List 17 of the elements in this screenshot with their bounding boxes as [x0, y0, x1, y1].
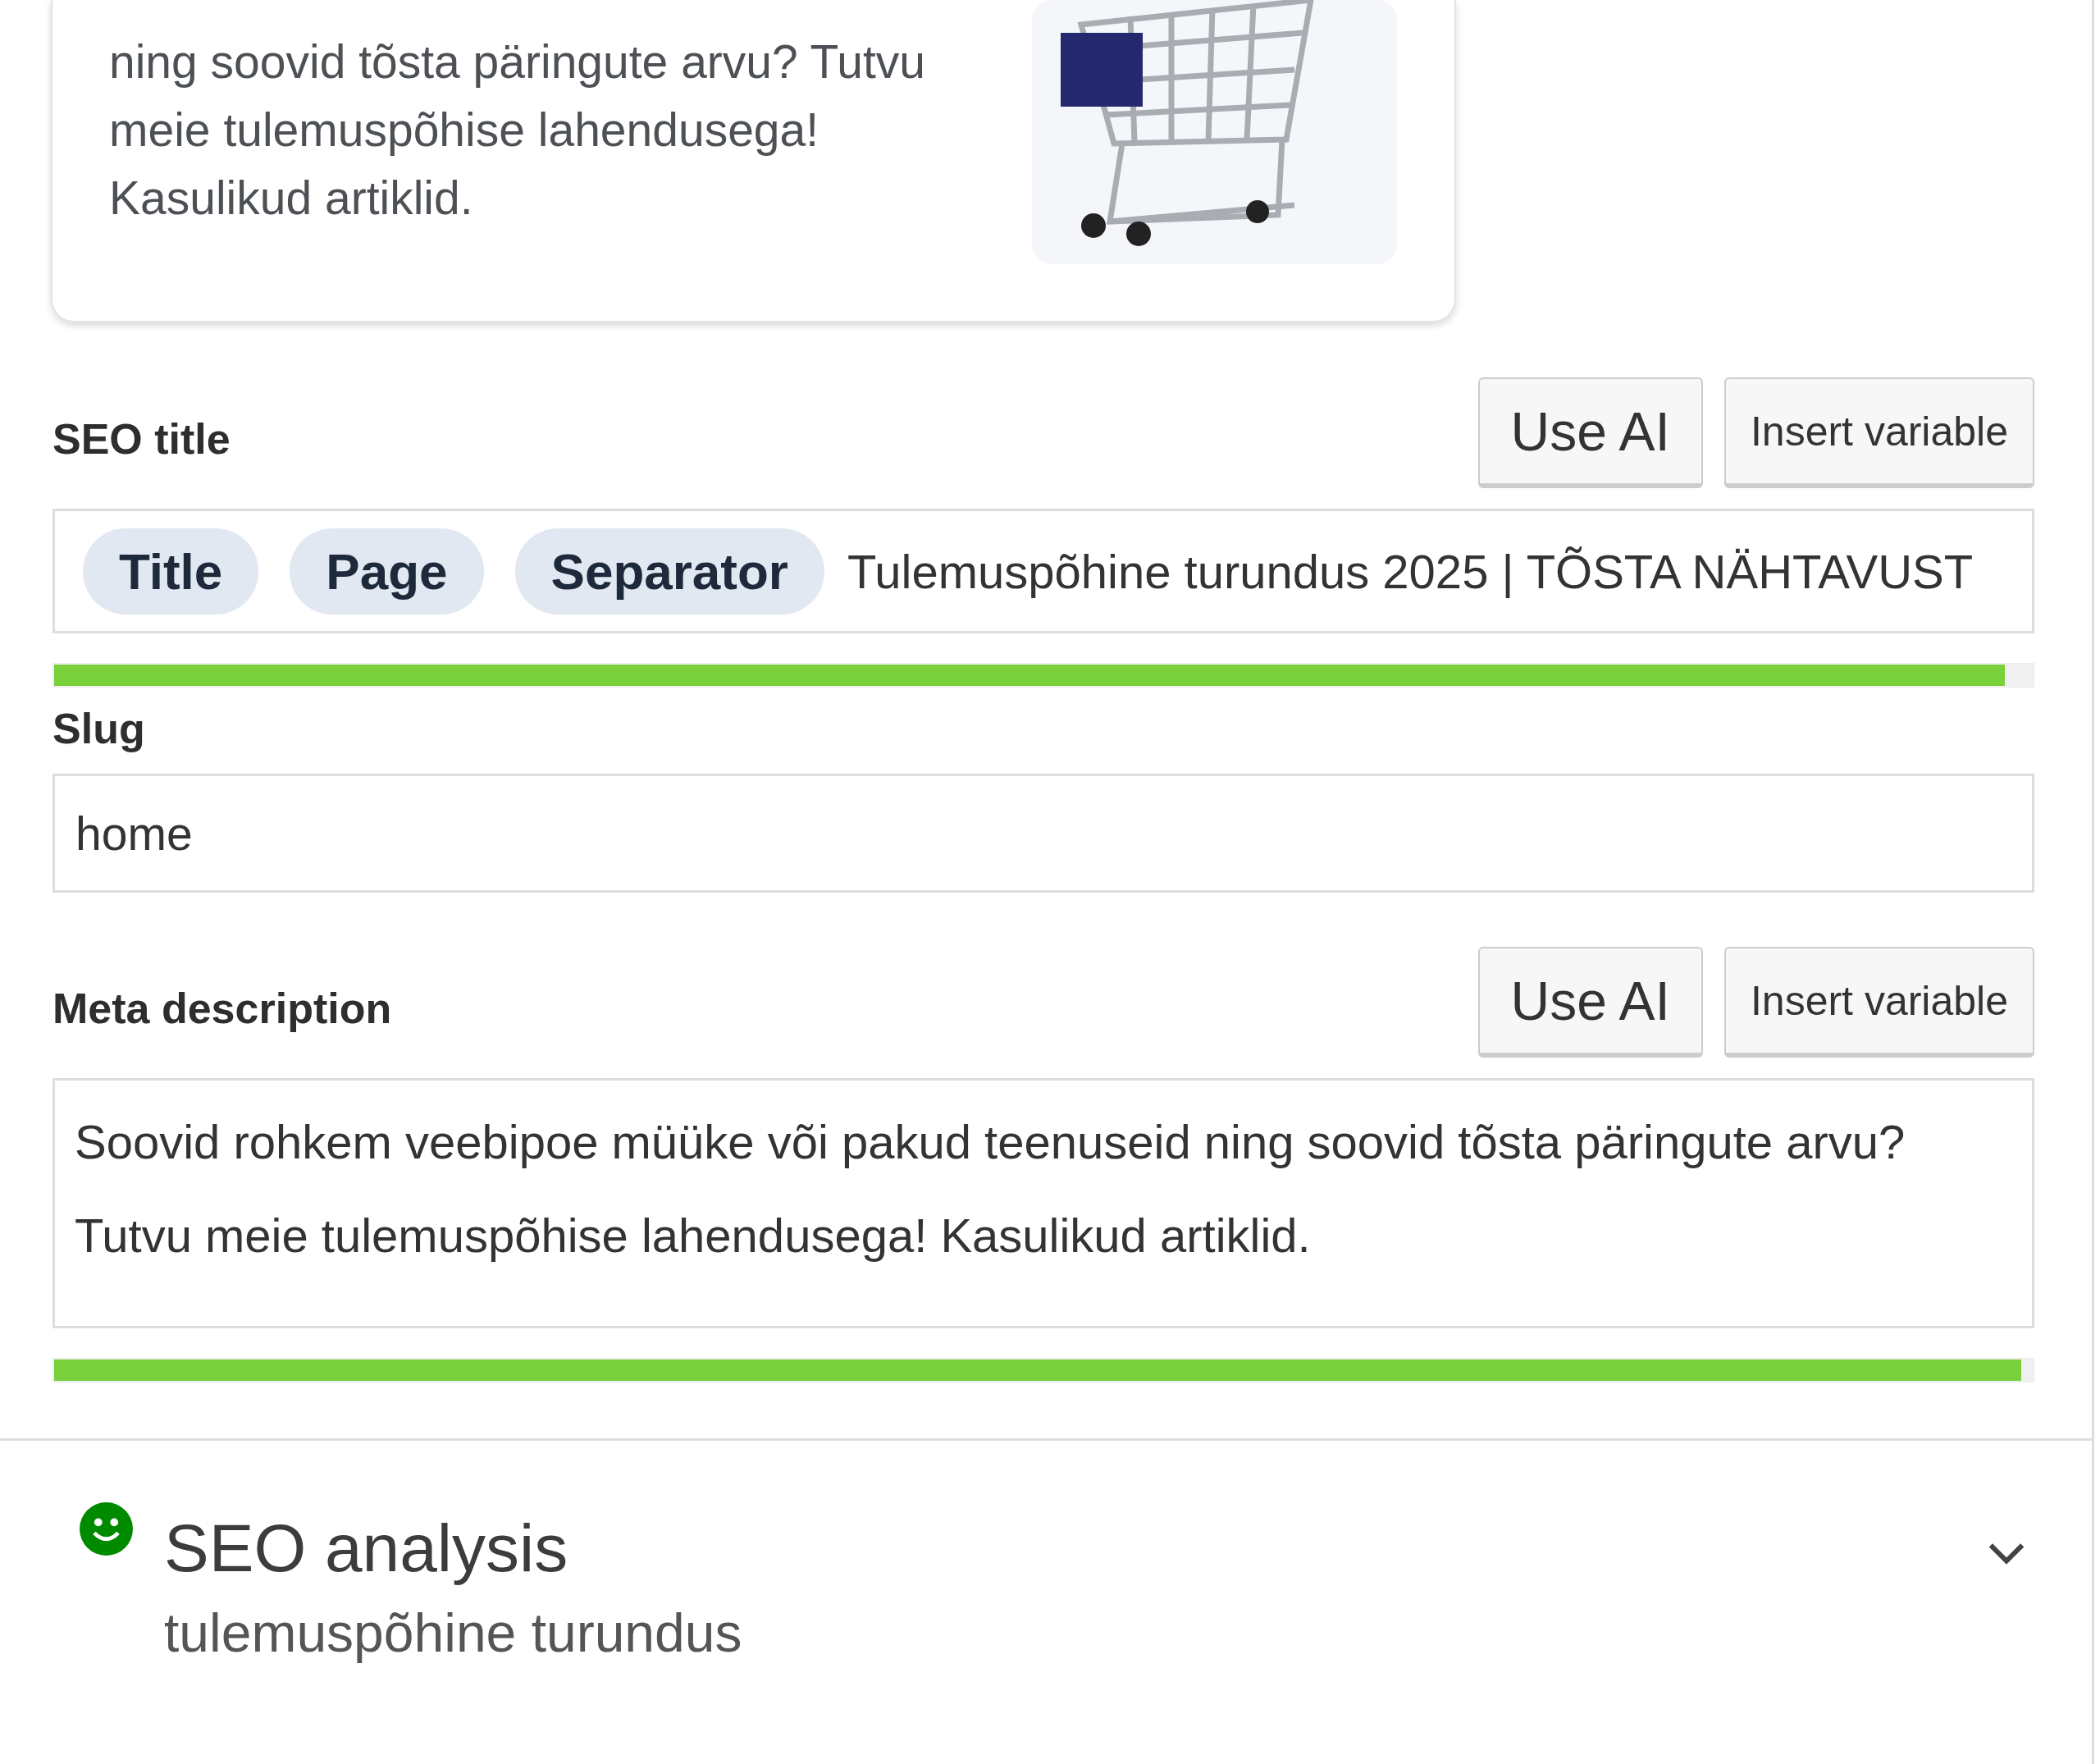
focus-keyphrase: tulemuspõhine turundus	[164, 1602, 743, 1664]
field-label: Slug	[52, 704, 146, 753]
slug-field[interactable]: home	[52, 774, 2034, 893]
toolbar-button[interactable]: Insert variable	[1723, 377, 2034, 488]
field-label: Meta description	[52, 984, 392, 1033]
variable-tag: Title	[83, 528, 259, 615]
toolbar-button[interactable]: Use AI	[1477, 377, 1703, 488]
seo-title-text: Tulemuspõhine turundus 2025 | TÕSTA NÄHTAVUST	[847, 543, 1974, 599]
meta-description-field[interactable]: Soovid rohkem veebipoe müüke või pakud teenuseid ning soovid tõsta päringute arvu? Tutvu meie tulemuspõhise lahendusega! Kasulikud artiklid.	[52, 1078, 2034, 1328]
field-label: SEO title	[52, 414, 231, 464]
toolbar-button[interactable]: Use AI	[1477, 947, 1703, 1058]
variable-tag: Page	[290, 528, 484, 615]
toolbar-button[interactable]: Insert variable	[1723, 947, 2034, 1058]
section-title: SEO analysis	[164, 1510, 569, 1587]
preview-description: ning soovid tõsta päringute arvu? Tutvu meie tulemuspõhise lahendusega! Kasulikud artiklid.	[109, 34, 926, 226]
variable-tag: Separator	[514, 528, 824, 615]
seo-title-field[interactable]: Title Page Separator Tulemuspõhine turundus 2025 | TÕSTA NÄHTAVUST	[52, 509, 2034, 633]
